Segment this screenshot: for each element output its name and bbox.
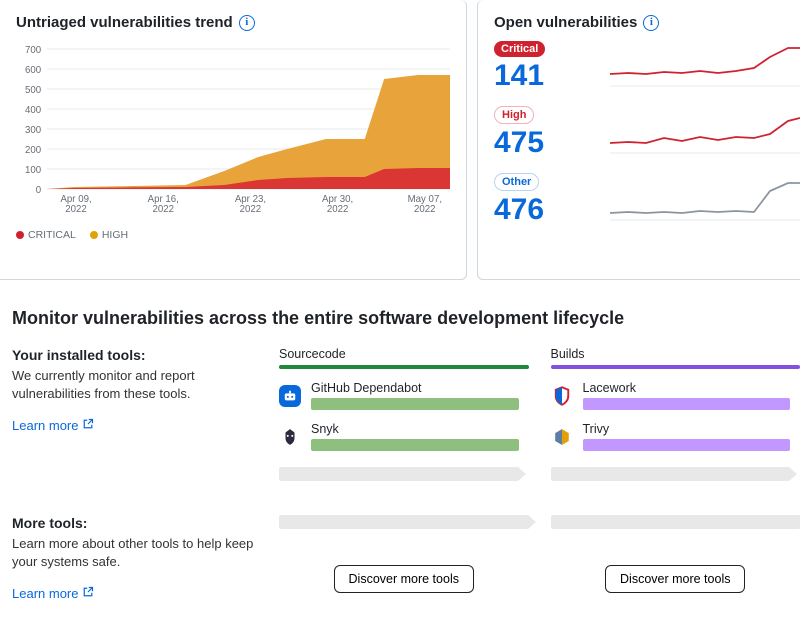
svg-text:400: 400 (25, 105, 42, 116)
monitor-heading: Monitor vulnerabilities across the entir… (12, 308, 800, 329)
svg-text:100: 100 (25, 165, 42, 176)
svg-text:2022: 2022 (65, 204, 87, 215)
svg-text:2022: 2022 (240, 204, 262, 215)
untriaged-trend-title: Untriaged vulnerabilities trend i (16, 14, 450, 31)
svg-text:2022: 2022 (414, 204, 436, 215)
more-tools-title: More tools: (12, 515, 257, 531)
tool-bar (311, 439, 519, 451)
tool-bar (583, 439, 791, 451)
tool-name: GitHub Dependabot (311, 381, 519, 395)
trend-legend: CRITICAL HIGH (16, 229, 450, 241)
tool-row-dependabot[interactable]: GitHub Dependabot (279, 379, 519, 410)
critical-count: 141 (494, 61, 594, 91)
severity-badge-high: High (494, 106, 534, 124)
untriaged-trend-chart: 700 600 500 400 300 200 100 0 Apr 09,202… (16, 39, 450, 219)
untriaged-trend-card: Untriaged vulnerabilities trend i (0, 0, 467, 280)
stage-underline (551, 365, 800, 369)
dependabot-icon (279, 385, 301, 407)
open-row-high: High 475 (494, 105, 800, 158)
svg-text:300: 300 (25, 125, 42, 136)
learn-more-label: Learn more (12, 418, 78, 433)
svg-text:200: 200 (25, 145, 42, 156)
tool-name: Snyk (311, 422, 519, 436)
more-tools-desc: Learn more about other tools to help kee… (12, 535, 257, 571)
discover-more-tools-button[interactable]: Discover more tools (334, 565, 474, 593)
tool-bar (583, 398, 791, 410)
learn-more-link[interactable]: Learn more (12, 418, 94, 433)
tool-row-snyk[interactable]: Snyk (279, 420, 519, 451)
stage-sourcecode: Sourcecode GitHub Dependabot (279, 347, 529, 481)
severity-badge-other: Other (494, 173, 539, 191)
untriaged-trend-title-text: Untriaged vulnerabilities trend (16, 14, 233, 31)
trivy-icon (551, 426, 573, 448)
learn-more-link[interactable]: Learn more (12, 586, 94, 601)
svg-text:500: 500 (25, 85, 42, 96)
stage-sourcecode-label: Sourcecode (279, 347, 529, 365)
installed-tools-title: Your installed tools: (12, 347, 257, 363)
info-icon[interactable]: i (643, 15, 659, 31)
placeholder-bar (551, 515, 800, 529)
external-link-icon (82, 586, 94, 601)
svg-text:600: 600 (25, 65, 42, 76)
tool-bar (311, 398, 519, 410)
discover-more-tools-button[interactable]: Discover more tools (605, 565, 745, 593)
open-row-critical: Critical 141 (494, 39, 800, 91)
severity-badge-critical: Critical (494, 41, 545, 57)
tool-name: Trivy (583, 422, 791, 436)
installed-tools-desc: We currently monitor and report vulnerab… (12, 367, 257, 403)
svg-text:0: 0 (36, 185, 42, 196)
svg-text:700: 700 (25, 45, 42, 56)
installed-tools-panel: Your installed tools: We currently monit… (12, 347, 257, 481)
legend-item-critical: CRITICAL (16, 229, 76, 241)
legend-item-high: HIGH (90, 229, 128, 241)
open-row-other: Other 476 (494, 172, 800, 225)
lacework-icon (551, 385, 573, 407)
tool-row-lacework[interactable]: Lacework (551, 379, 791, 410)
external-link-icon (82, 418, 94, 433)
open-vulnerabilities-title: Open vulnerabilities i (494, 14, 800, 31)
other-count: 476 (494, 195, 594, 225)
sparkline-critical (610, 43, 800, 87)
svg-text:2022: 2022 (327, 204, 349, 215)
svg-text:2022: 2022 (152, 204, 174, 215)
learn-more-label: Learn more (12, 586, 78, 601)
open-vulnerabilities-title-text: Open vulnerabilities (494, 14, 637, 31)
sparkline-high (610, 110, 800, 154)
open-vulnerabilities-card: Open vulnerabilities i Critical 141 High… (477, 0, 800, 280)
placeholder-bar (551, 467, 791, 481)
tool-name: Lacework (583, 381, 791, 395)
placeholder-bar (279, 515, 529, 529)
sparkline-other (610, 177, 800, 221)
stage-builds: Builds Lacework Tri (551, 347, 800, 481)
stage-builds-label: Builds (551, 347, 800, 365)
high-count: 475 (494, 128, 594, 158)
stage-underline (279, 365, 529, 369)
tool-row-trivy[interactable]: Trivy (551, 420, 791, 451)
snyk-icon (279, 426, 301, 448)
info-icon[interactable]: i (239, 15, 255, 31)
placeholder-bar (279, 467, 519, 481)
more-tools-panel: More tools: Learn more about other tools… (12, 515, 257, 603)
